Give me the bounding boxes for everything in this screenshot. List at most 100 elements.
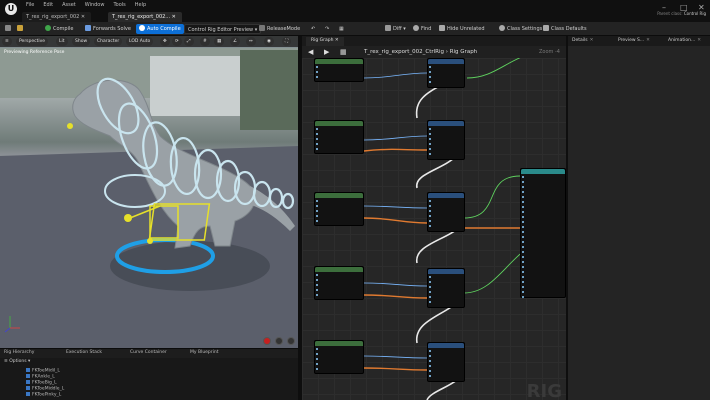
- tab-rig-hierarchy[interactable]: Rig Hierarchy: [4, 350, 34, 355]
- tree-item[interactable]: FKToeMidil_L: [26, 368, 60, 374]
- step-icon[interactable]: [287, 337, 295, 345]
- simulation-controls: [263, 337, 295, 345]
- bottom-left-tabs: Rig Hierarchy Execution Stack Curve Cont…: [0, 348, 298, 358]
- menu-edit[interactable]: Edit: [43, 2, 53, 8]
- tab-rig-graph[interactable]: Rig Graph ✕: [306, 37, 344, 46]
- find-button[interactable]: Find: [410, 24, 434, 34]
- set-transform-node[interactable]: [427, 120, 465, 160]
- folder-icon: [17, 25, 23, 31]
- search-icon: [413, 25, 419, 31]
- get-transform-node[interactable]: [314, 120, 364, 154]
- menu-help[interactable]: Help: [135, 2, 146, 8]
- compile-button[interactable]: Compile: [42, 24, 76, 34]
- options-dropdown[interactable]: ≡ Options ▾: [4, 359, 30, 364]
- graph-grid-icon[interactable]: ▦: [340, 48, 347, 56]
- class-settings-button[interactable]: Class Settings: [496, 24, 545, 34]
- doc-tab-rig[interactable]: T_rex_rig_export_002... ✕: [108, 12, 182, 22]
- menu-file[interactable]: File: [26, 2, 34, 8]
- get-transform-node[interactable]: [314, 340, 364, 374]
- release-icon: [259, 25, 265, 31]
- set-transform-node[interactable]: [427, 268, 465, 308]
- details-panel: Details ✕ Preview S... ✕ Animation... ✕: [568, 36, 710, 400]
- graph-breadcrumb: T_rex_rig_export_002_CtrlRig › Rig Graph: [364, 49, 478, 55]
- maximize-viewport-icon[interactable]: ⛶: [282, 37, 292, 46]
- angle-icon[interactable]: ∠: [230, 37, 241, 46]
- play-icon[interactable]: [275, 337, 283, 345]
- get-transform-node[interactable]: [314, 266, 364, 300]
- grid-icon[interactable]: ▦: [214, 37, 225, 46]
- tab-execution-stack[interactable]: Execution Stack: [66, 350, 102, 355]
- check-icon: [45, 25, 51, 31]
- tab-curve-container[interactable]: Curve Container: [130, 350, 167, 355]
- graph-zoom-level: Zoom -4: [539, 49, 560, 55]
- preview-mode-dropdown[interactable]: Control Rig Editor Preview ▾: [184, 24, 262, 34]
- parent-class: Parent class: Control Rig: [657, 11, 706, 16]
- class-defaults-button[interactable]: Class Defaults: [540, 24, 590, 34]
- graph-tab-bar: Rig Graph ✕: [302, 36, 566, 46]
- graph-watermark: RIG: [526, 381, 562, 400]
- scale-snap-icon[interactable]: ↔: [246, 37, 256, 46]
- translate-icon[interactable]: ✥: [160, 37, 170, 46]
- doc-tab-level[interactable]: T_rex_rig_export_002 ✕: [22, 12, 92, 22]
- main-toolbar: Compile Forwards Solve Auto Compile Cont…: [0, 22, 710, 36]
- menu-asset[interactable]: Asset: [62, 2, 76, 8]
- ik-solver-node[interactable]: [520, 168, 566, 298]
- rig-graph-canvas[interactable]: RIG: [302, 58, 566, 400]
- tab-preview-scene[interactable]: Preview S... ✕: [618, 38, 650, 43]
- rotate-icon[interactable]: ⟳: [172, 37, 182, 46]
- back-arrow-icon[interactable]: ◀: [308, 48, 313, 56]
- viewport[interactable]: ≡ Perspective Lit Show Character LOD Aut…: [0, 36, 298, 348]
- menu-bar: File Edit Asset Window Tools Help: [26, 2, 146, 8]
- diff-button[interactable]: Diff ▾: [382, 24, 409, 34]
- scale-icon[interactable]: ⤢: [184, 37, 194, 46]
- viewport-scene: [0, 48, 298, 348]
- graph-icon[interactable]: ▦: [336, 24, 347, 34]
- defaults-icon: [543, 25, 549, 31]
- gear-icon: [499, 25, 505, 31]
- show-button[interactable]: Show: [72, 37, 91, 46]
- tab-details[interactable]: Details ✕: [572, 38, 593, 43]
- menu-tools[interactable]: Tools: [113, 2, 125, 8]
- head-aim-control[interactable]: [67, 123, 73, 129]
- auto-compile-icon: [139, 25, 145, 31]
- forward-arrow-icon[interactable]: ▶: [324, 48, 329, 56]
- perspective-button[interactable]: Perspective: [16, 37, 49, 46]
- menu-window[interactable]: Window: [85, 2, 105, 8]
- pole-control-right[interactable]: [147, 238, 153, 244]
- tree-item[interactable]: FKToePinky_L: [26, 392, 61, 398]
- release-mode-toggle[interactable]: ReleaseMode: [256, 24, 303, 34]
- graph-navigation: ◀ ▶ ▦ T_rex_rig_export_002_CtrlRig › Rig…: [302, 46, 566, 58]
- shadow: [110, 241, 270, 291]
- browse-button[interactable]: [14, 24, 28, 34]
- hide-icon: [439, 25, 445, 31]
- tab-animation[interactable]: Animation... ✕: [668, 38, 701, 43]
- tree-item[interactable]: FKAnkle_L: [26, 374, 55, 380]
- lit-button[interactable]: Lit: [56, 37, 68, 46]
- record-icon[interactable]: [263, 337, 271, 345]
- background-tree-right: [240, 50, 298, 130]
- set-transform-node[interactable]: [427, 58, 465, 88]
- forwards-solve-button[interactable]: Forwards Solve: [82, 24, 134, 34]
- set-transform-node[interactable]: [427, 192, 465, 232]
- lod-button[interactable]: LOD Auto: [126, 37, 154, 46]
- pole-control-left[interactable]: [124, 214, 132, 222]
- diff-icon: [385, 25, 391, 31]
- redo-icon[interactable]: ↷: [322, 24, 332, 34]
- auto-compile-button[interactable]: Auto Compile: [136, 24, 184, 34]
- tree-item[interactable]: FKToeBig_L: [26, 380, 57, 386]
- tree-item[interactable]: FKToeMiddle_L: [26, 386, 64, 392]
- character-button[interactable]: Character: [94, 37, 123, 46]
- set-transform-node[interactable]: [427, 342, 465, 382]
- snap-icon[interactable]: #: [200, 37, 210, 46]
- title-bar: U File Edit Asset Window Tools Help T_re…: [0, 0, 710, 22]
- get-transform-node[interactable]: [314, 192, 364, 226]
- get-transform-node[interactable]: [314, 58, 364, 82]
- camera-speed-icon[interactable]: ◉: [264, 37, 274, 46]
- tab-my-blueprint[interactable]: My Blueprint: [190, 350, 219, 355]
- hide-unrelated-button[interactable]: Hide Unrelated: [436, 24, 488, 34]
- viewport-menu-button[interactable]: ≡: [2, 37, 12, 46]
- viewport-toolbar: ≡ Perspective Lit Show Character LOD Aut…: [0, 36, 298, 47]
- viewport-status-label: Previewing Reference Pose: [4, 50, 65, 55]
- save-icon: [5, 25, 11, 31]
- undo-icon[interactable]: ↶: [308, 24, 318, 34]
